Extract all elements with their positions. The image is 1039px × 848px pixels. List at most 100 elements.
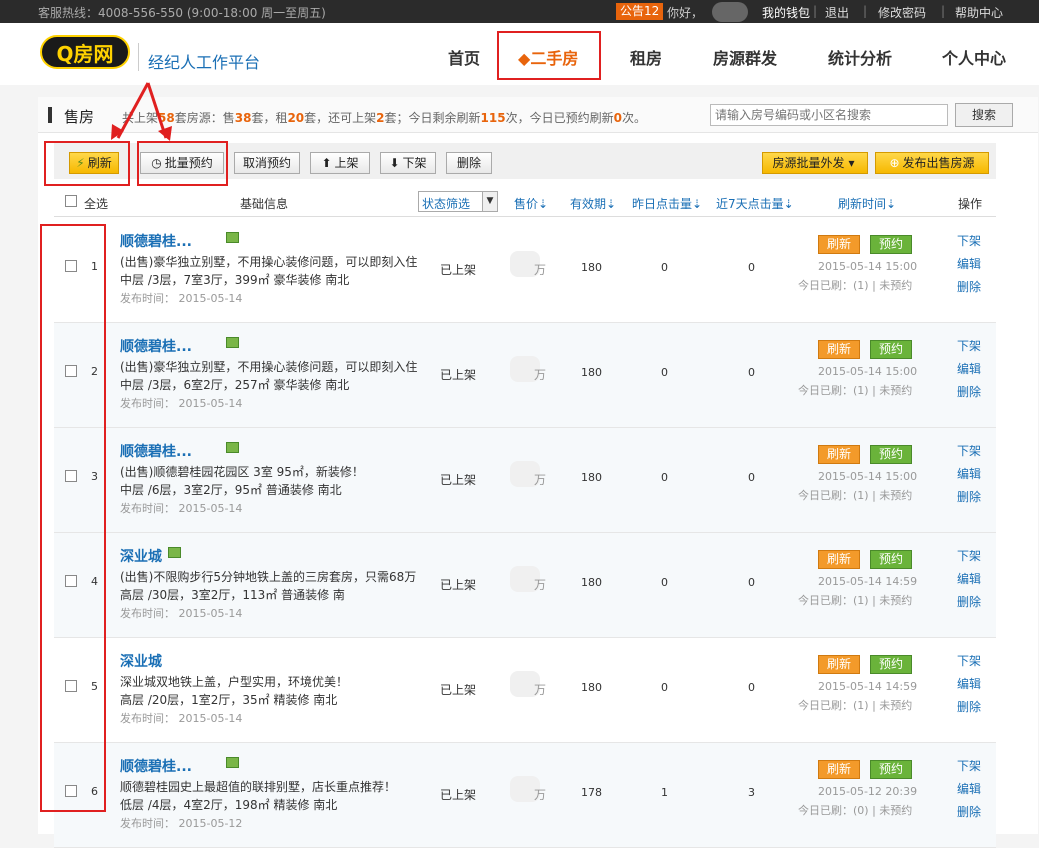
search-input[interactable]: [710, 104, 948, 126]
notice-badge[interactable]: 公告12: [616, 3, 664, 20]
row-delete-link[interactable]: 删除: [957, 698, 981, 715]
publish-date: 发布时间： 2015-05-12: [120, 817, 243, 830]
price-unit: 万: [534, 263, 547, 277]
row-delist-link[interactable]: 下架: [957, 442, 981, 459]
list-down-button[interactable]: ⬇ 下架: [380, 152, 436, 174]
table-row: 4 深业城 (出售)不限购步行5分钟地铁上盖的三房套房，只需68万 高层 /30层，3…: [54, 533, 996, 638]
sort-arrow-icon: ⇣: [538, 197, 549, 211]
refresh-time-sort-header[interactable]: 刷新时间⇣: [838, 195, 896, 212]
divider: |: [941, 4, 946, 18]
select-all-checkbox[interactable]: [65, 195, 77, 207]
photo-icon[interactable]: [226, 757, 239, 768]
row-refresh-button[interactable]: 刷新: [818, 760, 860, 779]
row-edit-link[interactable]: 编辑: [957, 255, 981, 272]
row-edit-link[interactable]: 编辑: [957, 465, 981, 482]
wallet-link[interactable]: 我的钱包: [762, 4, 810, 21]
row-reserve-button[interactable]: 预约: [870, 550, 912, 569]
price-unit: 万: [534, 788, 547, 802]
listing-title-link[interactable]: 顺德碧桂...: [120, 441, 192, 461]
row-reserve-button[interactable]: 预约: [870, 760, 912, 779]
nav-home[interactable]: 首页: [448, 45, 480, 69]
site-logo[interactable]: Q房网: [40, 35, 130, 69]
photo-icon[interactable]: [168, 547, 181, 558]
publish-date: 发布时间： 2015-05-14: [120, 712, 243, 725]
row-edit-link[interactable]: 编辑: [957, 360, 981, 377]
row-delete-link[interactable]: 删除: [957, 488, 981, 505]
nav-mass-send[interactable]: 房源群发: [713, 45, 777, 69]
row-edit-link[interactable]: 编辑: [957, 780, 981, 797]
listing-title-link[interactable]: 深业城: [120, 651, 162, 671]
basic-info-header: 基础信息: [240, 197, 289, 211]
price-unit: 万: [534, 578, 547, 592]
nav-secondhand[interactable]: ◆二手房: [518, 45, 578, 69]
listing-status: 已上架: [440, 368, 477, 382]
validity-sort-header[interactable]: 有效期⇣: [570, 195, 616, 212]
table-row: 2 顺德碧桂... (出售)豪华独立别墅，不用操心装修问题，可以即刻入住 中层 /3层…: [54, 323, 996, 428]
listing-title-link[interactable]: 顺德碧桂...: [120, 231, 192, 251]
photo-icon[interactable]: [226, 232, 239, 243]
row-delete-link[interactable]: 删除: [957, 278, 981, 295]
divider: [138, 43, 139, 71]
row-reserve-button[interactable]: 预约: [870, 235, 912, 254]
checkbox-column-highlight-box: [40, 224, 106, 812]
row-refresh-button[interactable]: 刷新: [818, 655, 860, 674]
logout-link[interactable]: 退出: [825, 4, 849, 21]
row-refresh-button[interactable]: 刷新: [818, 445, 860, 464]
row-delist-link[interactable]: 下架: [957, 337, 981, 354]
status-filter-select[interactable]: 状态筛选 ▼: [418, 191, 498, 212]
row-delist-link[interactable]: 下架: [957, 232, 981, 249]
listing-description: (出售)豪华独立别墅，不用操心装修问题，可以即刻入住: [120, 360, 418, 374]
row-refresh-button[interactable]: 刷新: [818, 235, 860, 254]
row-refresh-button[interactable]: 刷新: [818, 340, 860, 359]
row-edit-link[interactable]: 编辑: [957, 570, 981, 587]
nav-profile[interactable]: 个人中心: [942, 45, 1006, 69]
row-delete-link[interactable]: 删除: [957, 383, 981, 400]
publish-date: 发布时间： 2015-05-14: [120, 502, 243, 515]
list-up-button[interactable]: ⬆ 上架: [310, 152, 370, 174]
row-delist-link[interactable]: 下架: [957, 652, 981, 669]
row-edit-link[interactable]: 编辑: [957, 675, 981, 692]
title-marker: [48, 107, 52, 123]
photo-icon[interactable]: [226, 337, 239, 348]
row-reserve-button[interactable]: 预约: [870, 340, 912, 359]
row-delist-link[interactable]: 下架: [957, 757, 981, 774]
publish-sale-button[interactable]: ⊕ 发布出售房源: [875, 152, 989, 174]
listing-title-link[interactable]: 顺德碧桂...: [120, 336, 192, 356]
delete-button[interactable]: 删除: [446, 152, 492, 174]
listing-status: 已上架: [440, 578, 477, 592]
row-delist-link[interactable]: 下架: [957, 547, 981, 564]
week-clicks: 0: [748, 681, 755, 694]
yesterday-clicks: 0: [661, 576, 668, 589]
up-arrow-icon: ⬆: [321, 156, 332, 170]
row-delete-link[interactable]: 删除: [957, 593, 981, 610]
yesterday-clicks: 0: [661, 261, 668, 274]
change-password-link[interactable]: 修改密码: [878, 4, 926, 21]
row-delete-link[interactable]: 删除: [957, 803, 981, 820]
top-bar: 客服热线：4008-556-550 (9:00-18:00 周一至周五) 公告1…: [0, 0, 1039, 23]
row-reserve-button[interactable]: 预约: [870, 655, 912, 674]
divider: |: [813, 4, 818, 18]
down-arrow-icon: ⬇: [389, 156, 400, 170]
week-clicks: 0: [748, 366, 755, 379]
listing-spec: 中层 /3层，6室2厅，257㎡ 豪华装修 南北: [120, 378, 350, 392]
price-sort-header[interactable]: 售价⇣: [514, 195, 548, 212]
batch-send-button[interactable]: 房源批量外发 ▾: [762, 152, 868, 174]
search-button[interactable]: 搜索: [955, 103, 1013, 127]
platform-title: 经纪人工作平台: [148, 53, 261, 72]
validity-days: 180: [581, 366, 602, 379]
nav-rent[interactable]: 租房: [630, 45, 662, 69]
listing-title-link[interactable]: 深业城: [120, 546, 162, 566]
yesterday-clicks-sort-header[interactable]: 昨日点击量⇣: [632, 195, 702, 212]
cancel-reserve-button[interactable]: 取消预约: [234, 152, 300, 174]
row-refresh-button[interactable]: 刷新: [818, 550, 860, 569]
nav-statistics[interactable]: 统计分析: [828, 45, 892, 69]
listing-description: (出售)顺德碧桂园花园区 3室 95㎡，新装修！: [120, 465, 364, 479]
chevron-down-icon: ▼: [482, 192, 497, 211]
photo-icon[interactable]: [226, 442, 239, 453]
today-refresh-count: 今日已刷：(1) | 未预约: [798, 279, 913, 292]
row-reserve-button[interactable]: 预约: [870, 445, 912, 464]
listing-title-link[interactable]: 顺德碧桂...: [120, 756, 192, 776]
week-clicks-sort-header[interactable]: 近7天点击量⇣: [716, 195, 794, 212]
help-link[interactable]: 帮助中心: [955, 4, 1003, 21]
plus-circle-icon: ⊕: [889, 156, 900, 170]
